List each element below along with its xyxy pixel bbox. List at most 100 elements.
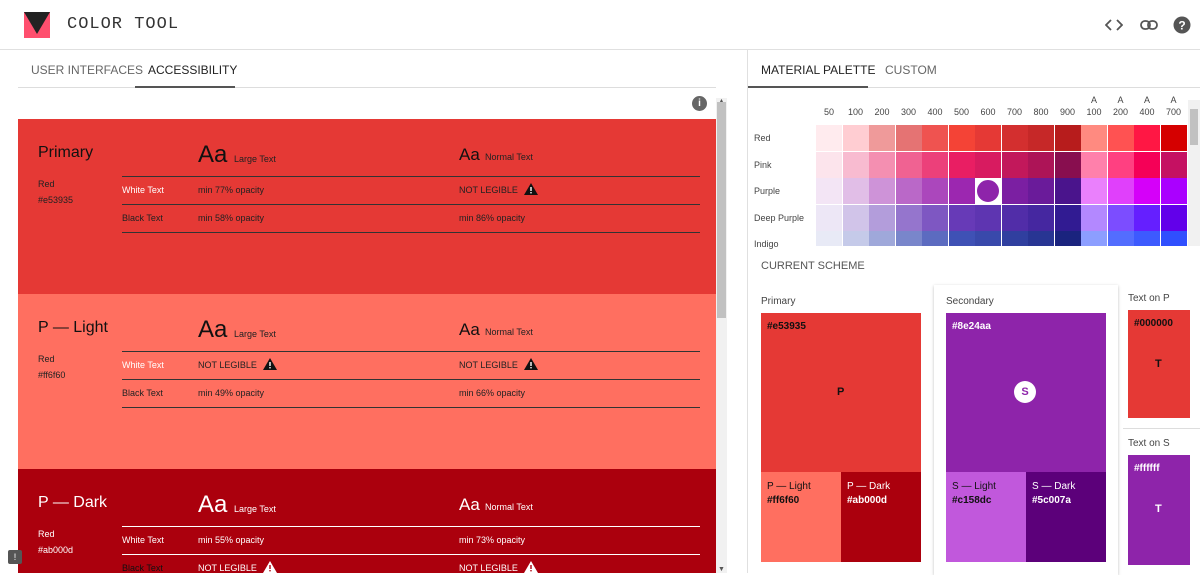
text-on-primary-card[interactable]: Text on P #000000 T: [1123, 285, 1200, 427]
help-icon[interactable]: ?: [1171, 14, 1193, 36]
feedback-icon[interactable]: !: [8, 550, 22, 564]
palette-swatch[interactable]: [1160, 178, 1187, 204]
palette-swatch[interactable]: [1107, 204, 1134, 231]
palette-swatch[interactable]: [1054, 178, 1081, 204]
palette-swatch[interactable]: [869, 231, 895, 246]
selected-swatch-indicator[interactable]: [976, 179, 1000, 203]
palette-swatch[interactable]: [869, 151, 895, 178]
palette-swatch[interactable]: [1081, 178, 1107, 204]
palette-swatch[interactable]: [922, 178, 948, 204]
palette-swatch[interactable]: [922, 125, 948, 151]
palette-swatch[interactable]: [1081, 151, 1107, 178]
palette-swatch[interactable]: [975, 231, 1001, 246]
palette-swatch[interactable]: [895, 178, 922, 204]
palette-swatch[interactable]: [1028, 204, 1054, 231]
palette-swatch[interactable]: [842, 125, 869, 151]
primary-scheme-card[interactable]: Primary #e53935 P P — Light #ff6f60 P — …: [748, 285, 928, 573]
palette-swatch[interactable]: [1134, 151, 1160, 178]
palette-swatch[interactable]: [1001, 178, 1028, 204]
tab-material-palette[interactable]: MATERIAL PALETTE: [761, 63, 875, 77]
accessibility-panel: USER INTERFACES ACCESSIBILITY i Primary …: [0, 50, 740, 573]
primary-dark-swatch[interactable]: P — Dark #ab000d: [841, 472, 921, 562]
palette-swatch[interactable]: [816, 125, 842, 151]
palette-swatch[interactable]: [1160, 151, 1187, 178]
palette-swatch[interactable]: [1001, 151, 1028, 178]
secondary-scheme-card[interactable]: Secondary #8e24aa S S — Light #c158dc S …: [934, 285, 1118, 575]
palette-swatch[interactable]: [1001, 125, 1028, 151]
secondary-dark-swatch[interactable]: S — Dark #5c007a: [1026, 472, 1106, 562]
palette-swatch[interactable]: [842, 151, 869, 178]
palette-swatch[interactable]: [1081, 231, 1107, 246]
palette-swatch[interactable]: [1134, 231, 1160, 246]
text-on-primary-swatch[interactable]: #000000 T: [1128, 310, 1190, 418]
palette-swatch[interactable]: [1160, 231, 1187, 246]
palette-swatch[interactable]: [842, 204, 869, 231]
palette-swatch[interactable]: [975, 151, 1001, 178]
scroll-down-arrow-icon[interactable]: ▼: [718, 566, 725, 573]
palette-swatch[interactable]: [816, 204, 842, 231]
palette-swatch[interactable]: [922, 231, 948, 246]
palette-swatch[interactable]: [948, 151, 975, 178]
palette-swatch[interactable]: [816, 178, 842, 204]
palette-swatch[interactable]: [1134, 204, 1160, 231]
palette-swatch[interactable]: [1001, 204, 1028, 231]
palette-swatch[interactable]: [1054, 151, 1081, 178]
white-large-value: min 55% opacity: [198, 535, 265, 545]
palette-swatch[interactable]: [922, 204, 948, 231]
palette-swatch[interactable]: [1054, 231, 1081, 246]
palette-swatch[interactable]: [975, 204, 1001, 231]
palette-swatch[interactable]: [1160, 125, 1187, 151]
palette-swatch[interactable]: [1134, 125, 1160, 151]
palette-swatch[interactable]: [922, 151, 948, 178]
palette-swatch[interactable]: [948, 204, 975, 231]
text-on-secondary-swatch[interactable]: #ffffff T: [1128, 455, 1190, 565]
palette-swatch[interactable]: [895, 125, 922, 151]
palette-swatch[interactable]: [869, 178, 895, 204]
text-on-secondary-card[interactable]: Text on S #ffffff T: [1123, 430, 1200, 573]
primary-light-swatch[interactable]: P — Light #ff6f60: [761, 472, 841, 562]
link-icon[interactable]: [1138, 14, 1160, 36]
tab-accessibility[interactable]: ACCESSIBILITY: [148, 63, 237, 77]
swatch-name: S — Dark: [1032, 481, 1076, 492]
palette-swatch[interactable]: [975, 125, 1001, 151]
palette-swatch[interactable]: [1001, 231, 1028, 246]
code-icon[interactable]: [1103, 14, 1125, 36]
tab-user-interfaces[interactable]: USER INTERFACES: [31, 63, 143, 77]
palette-swatch[interactable]: [816, 231, 842, 246]
tab-custom[interactable]: CUSTOM: [885, 63, 937, 77]
palette-swatch[interactable]: [1107, 125, 1134, 151]
palette-swatch[interactable]: [1160, 204, 1187, 231]
palette-swatch[interactable]: [1028, 151, 1054, 178]
scrollbar-thumb[interactable]: [1190, 109, 1198, 145]
secondary-light-swatch[interactable]: S — Light #c158dc: [946, 472, 1026, 562]
palette-swatch[interactable]: [1028, 178, 1054, 204]
palette-swatch[interactable]: [1107, 151, 1134, 178]
palette-swatch[interactable]: [1081, 204, 1107, 231]
palette-swatch[interactable]: [842, 178, 869, 204]
palette-swatch[interactable]: [948, 178, 975, 204]
scrollbar-thumb[interactable]: [717, 102, 726, 318]
primary-swatch[interactable]: #e53935 P: [761, 313, 921, 472]
palette-swatch[interactable]: [869, 125, 895, 151]
palette-swatch[interactable]: [1054, 125, 1081, 151]
palette-swatch[interactable]: [1107, 178, 1134, 204]
palette-swatch[interactable]: [1107, 231, 1134, 246]
palette-scrollbar[interactable]: [1188, 100, 1200, 246]
palette-swatch[interactable]: [1134, 178, 1160, 204]
palette-swatch[interactable]: [1028, 125, 1054, 151]
left-scrollbar[interactable]: ▲ ▼: [716, 98, 727, 573]
info-icon[interactable]: i: [692, 96, 707, 111]
palette-swatch[interactable]: [895, 231, 922, 246]
palette-swatch[interactable]: [1054, 204, 1081, 231]
large-text-label: Large Text: [234, 329, 276, 339]
palette-swatch[interactable]: [1081, 125, 1107, 151]
palette-swatch[interactable]: [1028, 231, 1054, 246]
palette-swatch[interactable]: [895, 204, 922, 231]
palette-swatch[interactable]: [948, 125, 975, 151]
palette-swatch[interactable]: [842, 231, 869, 246]
palette-swatch[interactable]: [869, 204, 895, 231]
palette-swatch[interactable]: [895, 151, 922, 178]
secondary-swatch[interactable]: #8e24aa S: [946, 313, 1106, 472]
palette-swatch[interactable]: [816, 151, 842, 178]
palette-swatch[interactable]: [948, 231, 975, 246]
